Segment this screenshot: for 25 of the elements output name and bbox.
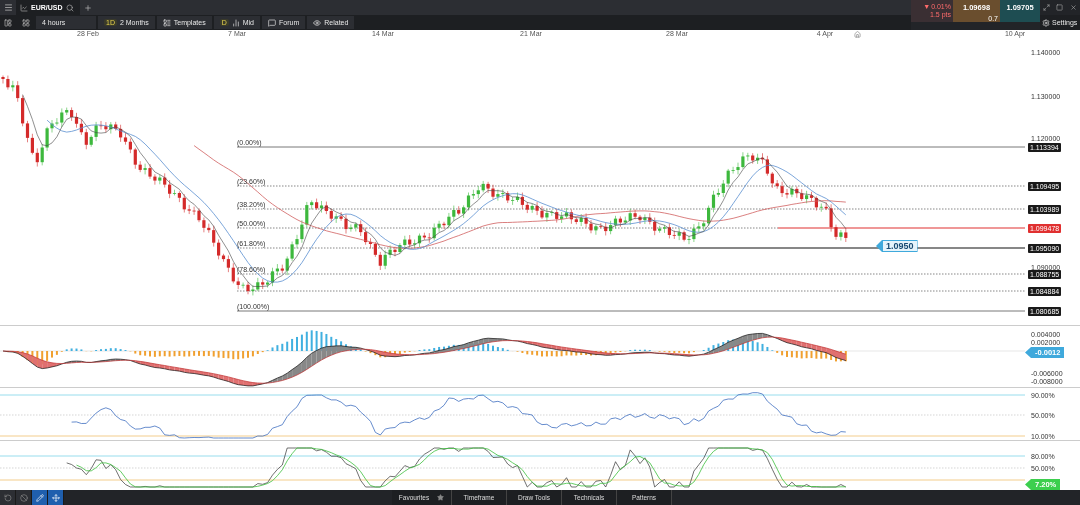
- close-icon[interactable]: [1069, 4, 1077, 11]
- pencil-icon: [35, 493, 44, 502]
- current-price-marker: 1.0950: [876, 240, 918, 252]
- panel-layout-icon: [4, 18, 12, 27]
- move-icon: [51, 493, 60, 502]
- clear-tool-button[interactable]: [16, 490, 32, 505]
- refresh-tool-button[interactable]: [0, 490, 16, 505]
- line-chart-icon: [20, 3, 28, 12]
- maximize-icon[interactable]: [1056, 4, 1064, 11]
- house-icon: [854, 31, 861, 38]
- star-icon: [437, 494, 445, 501]
- bar-chart-icon: [231, 18, 240, 27]
- plus-icon: [84, 3, 92, 12]
- grid-icon: [22, 18, 30, 27]
- eye-icon: [313, 18, 322, 27]
- refresh-icon: [3, 493, 12, 502]
- draw-tool-button[interactable]: [32, 490, 48, 505]
- settings-icon: [1042, 18, 1050, 27]
- ban-icon: [19, 493, 28, 502]
- select-tool-button[interactable]: [48, 490, 64, 505]
- search-icon[interactable]: [65, 3, 74, 12]
- templates-icon: [162, 18, 171, 27]
- speech-bubble-icon: [268, 18, 276, 27]
- menu-icon: [3, 3, 13, 12]
- expand-icon[interactable]: [1043, 4, 1051, 11]
